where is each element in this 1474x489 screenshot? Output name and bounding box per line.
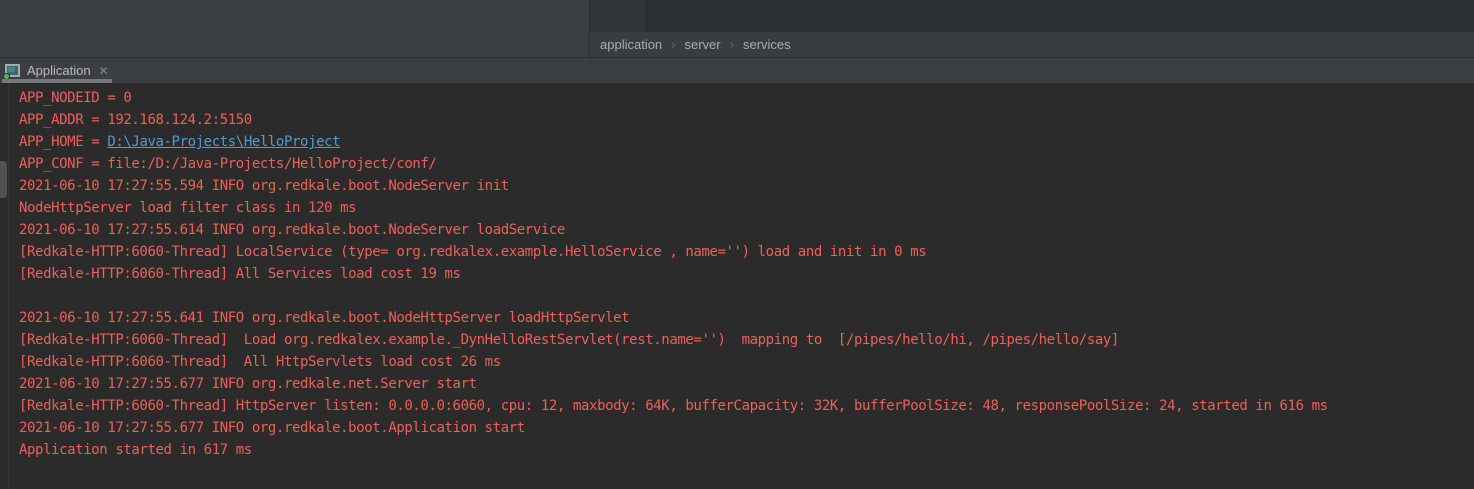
active-tab-underline	[2, 79, 112, 83]
editor-gutter	[590, 0, 647, 32]
console-line: 2021-06-10 17:27:55.614 INFO org.redkale…	[19, 219, 1474, 241]
log-text: 2021-06-10 17:27:55.594 INFO org.redkale…	[19, 178, 509, 194]
console-line: [Redkale-HTTP:6060-Thread] All HttpServl…	[19, 351, 1474, 373]
console-output[interactable]: APP_NODEID = 0 APP_ADDR = 192.168.124.2:5…	[9, 84, 1474, 489]
breadcrumb: application › server › services	[590, 32, 1474, 57]
run-console-icon	[4, 63, 21, 78]
log-text: APP_ADDR = 192.168.124.2:5150	[19, 112, 252, 128]
log-text: 2021-06-10 17:27:55.641 INFO org.redkale…	[19, 310, 629, 326]
console-line: [Redkale-HTTP:6060-Thread] HttpServer li…	[19, 395, 1474, 417]
console-line: 2021-06-10 17:27:55.641 INFO org.redkale…	[19, 307, 1474, 329]
console-line: APP_HOME = D:\Java-Projects\HelloProject	[19, 131, 1474, 153]
log-text: Application started in 617 ms	[19, 442, 252, 458]
breadcrumb-item-services[interactable]: services	[743, 37, 791, 52]
console-panel[interactable]: APP_NODEID = 0 APP_ADDR = 192.168.124.2:5…	[0, 84, 1474, 489]
log-text: NodeHttpServer load filter class in 120 …	[19, 200, 356, 216]
left-panel	[0, 0, 590, 57]
console-line: [Redkale-HTTP:6060-Thread] Load org.redk…	[19, 329, 1474, 351]
log-text: [Redkale-HTTP:6060-Thread] Load org.redk…	[19, 332, 1119, 348]
console-tab-bar: Application ✕	[0, 58, 1474, 84]
console-screen-shape	[8, 67, 15, 72]
console-line: 2021-06-10 17:27:55.677 INFO org.redkale…	[19, 373, 1474, 395]
log-text: APP_HOME =	[19, 134, 107, 150]
close-icon[interactable]: ✕	[99, 65, 109, 77]
console-line: 2021-06-10 17:27:55.594 INFO org.redkale…	[19, 175, 1474, 197]
tab-label: Application	[27, 63, 91, 78]
log-text: APP_CONF = file:/D:/Java-Projects/HelloP…	[19, 156, 437, 172]
editor-strip	[590, 0, 1474, 32]
chevron-right-icon: ›	[730, 37, 734, 52]
editor-header-row: application › server › services	[0, 0, 1474, 58]
gutter-handle[interactable]	[0, 161, 7, 198]
console-line: APP_CONF = file:/D:/Java-Projects/HelloP…	[19, 153, 1474, 175]
log-text: [Redkale-HTTP:6060-Thread] HttpServer li…	[19, 398, 1328, 414]
console-line	[19, 285, 1474, 307]
console-line: [Redkale-HTTP:6060-Thread] LocalService …	[19, 241, 1474, 263]
log-text: APP_NODEID = 0	[19, 90, 131, 106]
console-line: 2021-06-10 17:27:55.677 INFO org.redkale…	[19, 417, 1474, 439]
log-text: [Redkale-HTTP:6060-Thread] All Services …	[19, 266, 461, 282]
breadcrumb-item-application[interactable]: application	[600, 37, 662, 52]
chevron-right-icon: ›	[671, 37, 675, 52]
log-text: 2021-06-10 17:27:55.614 INFO org.redkale…	[19, 222, 565, 238]
log-text: 2021-06-10 17:27:55.677 INFO org.redkale…	[19, 376, 477, 392]
console-line: NodeHttpServer load filter class in 120 …	[19, 197, 1474, 219]
log-text: [Redkale-HTTP:6060-Thread] LocalService …	[19, 244, 926, 260]
ide-window: application › server › services Applicat…	[0, 0, 1474, 489]
console-gutter	[0, 84, 9, 489]
log-text: 2021-06-10 17:27:55.677 INFO org.redkale…	[19, 420, 525, 436]
tab-application[interactable]: Application ✕	[0, 58, 119, 83]
console-line: APP_ADDR = 192.168.124.2:5150	[19, 109, 1474, 131]
breadcrumb-item-server[interactable]: server	[685, 37, 721, 52]
console-line: Application started in 617 ms	[19, 439, 1474, 461]
console-line: APP_NODEID = 0	[19, 87, 1474, 109]
editor-area[interactable]	[647, 0, 1474, 32]
console-line: [Redkale-HTTP:6060-Thread] All Services …	[19, 263, 1474, 285]
file-path-link[interactable]: D:\Java-Projects\HelloProject	[107, 134, 340, 150]
editor-top-panel: application › server › services	[590, 0, 1474, 57]
log-text: [Redkale-HTTP:6060-Thread] All HttpServl…	[19, 354, 501, 370]
